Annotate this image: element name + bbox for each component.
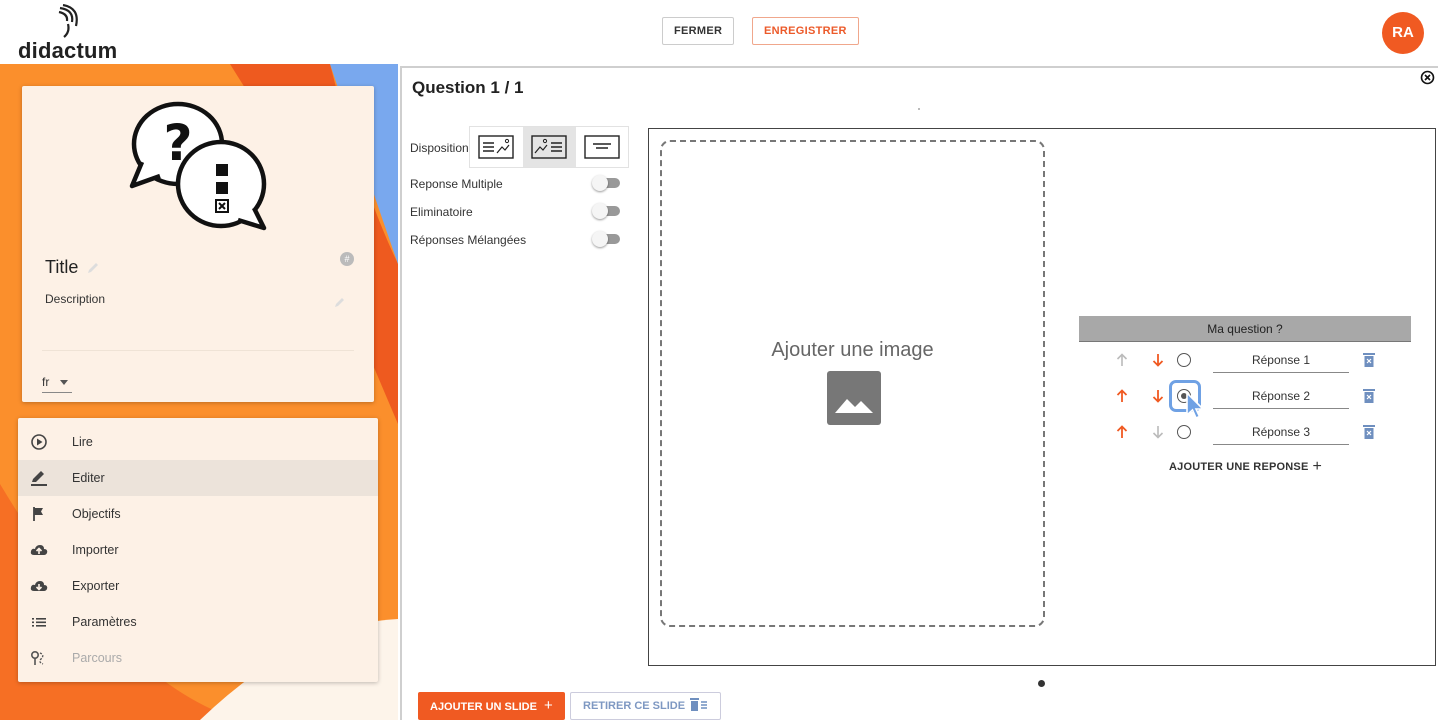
move-up-icon[interactable] (1115, 424, 1129, 440)
delete-answer-icon[interactable] (1363, 388, 1375, 403)
eliminatory-toggle[interactable] (592, 203, 620, 219)
menu-item-parametres[interactable]: Paramètres (18, 604, 378, 640)
flag-icon (33, 507, 43, 521)
menu-label: Exporter (72, 579, 120, 593)
add-slide-button[interactable]: AJOUTER UN SLIDE + (418, 692, 565, 720)
answer-input[interactable]: Réponse 2 (1213, 383, 1349, 409)
menu-label: Parcours (72, 651, 123, 665)
menu-label: Lire (72, 435, 93, 449)
course-title[interactable]: Title (45, 257, 78, 278)
layout-image-text-option[interactable] (523, 127, 576, 167)
svg-text:?: ? (163, 114, 192, 172)
menu-label: Objectifs (72, 507, 121, 521)
disposition-label: Disposition (410, 141, 469, 155)
app-header: didactum FERMER ENREGISTRER RA (0, 0, 1438, 64)
cloud-download-icon (30, 581, 48, 591)
list-icon (32, 618, 46, 627)
move-down-icon[interactable] (1151, 352, 1165, 368)
layout-text-image-icon (478, 135, 514, 159)
edit-title-icon[interactable] (86, 261, 100, 275)
move-down-icon[interactable] (1151, 388, 1165, 404)
separator-dot (918, 108, 920, 110)
remove-slide-button[interactable]: RETIRER CE SLIDE (570, 692, 722, 720)
move-down-icon[interactable] (1151, 424, 1165, 440)
question-text[interactable]: Ma question ? (1079, 316, 1411, 342)
layout-text-image-option[interactable] (470, 127, 523, 167)
user-avatar[interactable]: RA (1382, 12, 1424, 54)
menu-label: Paramètres (72, 615, 137, 629)
course-card: ? Title # Description fr (22, 86, 374, 402)
slide-preview: Ajouter une image Ma question ? Réponse … (648, 128, 1436, 666)
menu-label: Importer (72, 543, 119, 557)
hash-badge[interactable]: # (340, 252, 354, 266)
move-up-icon[interactable] (1115, 352, 1129, 368)
layout-text-only-icon (584, 135, 620, 159)
edit-description-icon[interactable] (334, 296, 346, 308)
chevron-down-icon (60, 380, 68, 385)
answer-radio[interactable] (1177, 389, 1191, 403)
cloud-upload-icon (30, 545, 48, 555)
menu-item-objectifs[interactable]: Objectifs (18, 496, 378, 532)
delete-answer-icon[interactable] (1363, 424, 1375, 439)
logo-mark-icon (58, 4, 78, 38)
plus-icon: + (544, 697, 553, 714)
menu-item-importer[interactable]: Importer (18, 532, 378, 568)
answer-row: Réponse 1 (1079, 343, 1411, 379)
answer-row: Réponse 2 (1079, 379, 1411, 420)
menu-item-parcours: Parcours (18, 640, 378, 676)
shuffle-answers-toggle[interactable] (592, 231, 620, 247)
language-value: fr (42, 375, 50, 389)
add-image-label: Ajouter une image (771, 339, 934, 361)
pencil-icon (31, 471, 47, 486)
answer-radio[interactable] (1177, 425, 1191, 439)
answer-input[interactable]: Réponse 1 (1213, 347, 1349, 373)
move-up-icon[interactable] (1115, 388, 1129, 404)
close-circle-icon[interactable] (1420, 70, 1435, 85)
play-circle-icon (31, 434, 47, 450)
menu-item-editer[interactable]: Editer (18, 460, 378, 496)
answer-row: Réponse 3 (1079, 415, 1411, 451)
close-button[interactable]: FERMER (662, 17, 735, 45)
option-multiple-label: Reponse Multiple (410, 177, 503, 191)
delete-slide-icon (690, 698, 708, 711)
answer-radio[interactable] (1177, 353, 1191, 367)
plus-icon: + (1312, 458, 1323, 475)
save-button[interactable]: ENREGISTRER (752, 17, 859, 45)
remove-slide-label: RETIRER CE SLIDE (583, 700, 686, 712)
answer-input[interactable]: Réponse 3 (1213, 419, 1349, 445)
add-slide-label: AJOUTER UN SLIDE (430, 701, 537, 713)
didactum-logo[interactable]: didactum (18, 4, 128, 63)
add-answer-button[interactable]: AJOUTER UNE REPONSE + (1169, 457, 1322, 475)
language-select[interactable]: fr (42, 375, 72, 393)
question-title: Question 1 / 1 (412, 78, 524, 97)
layout-image-text-icon (531, 135, 567, 159)
menu-item-lire[interactable]: Lire (18, 424, 378, 460)
course-sidebar: ? Title # Description fr Lire Editer Obj… (0, 64, 398, 720)
slide-pager-dot[interactable] (1038, 680, 1045, 687)
route-icon (30, 650, 44, 665)
brand-name: didactum (18, 38, 118, 63)
course-description[interactable]: Description (45, 292, 105, 306)
question-editor: Question 1 / 1 Disposition Reponse Multi… (400, 66, 1438, 720)
description-divider (42, 350, 354, 351)
add-image-dropzone[interactable]: Ajouter une image (660, 140, 1045, 627)
delete-answer-icon[interactable] (1363, 352, 1375, 367)
option-eliminatory-label: Eliminatoire (410, 205, 473, 219)
add-answer-label: AJOUTER UNE REPONSE (1169, 461, 1309, 473)
layout-text-only-option[interactable] (576, 127, 629, 167)
option-shuffle-label: Réponses Mélangées (410, 233, 527, 247)
menu-item-exporter[interactable]: Exporter (18, 568, 378, 604)
question-bubbles-illustration: ? (129, 101, 267, 231)
image-placeholder-icon (827, 371, 881, 425)
menu-label: Editer (72, 471, 105, 485)
course-menu: Lire Editer Objectifs Importer Exporter … (18, 418, 378, 682)
multiple-answer-toggle[interactable] (592, 175, 620, 191)
disposition-selector (469, 126, 629, 168)
